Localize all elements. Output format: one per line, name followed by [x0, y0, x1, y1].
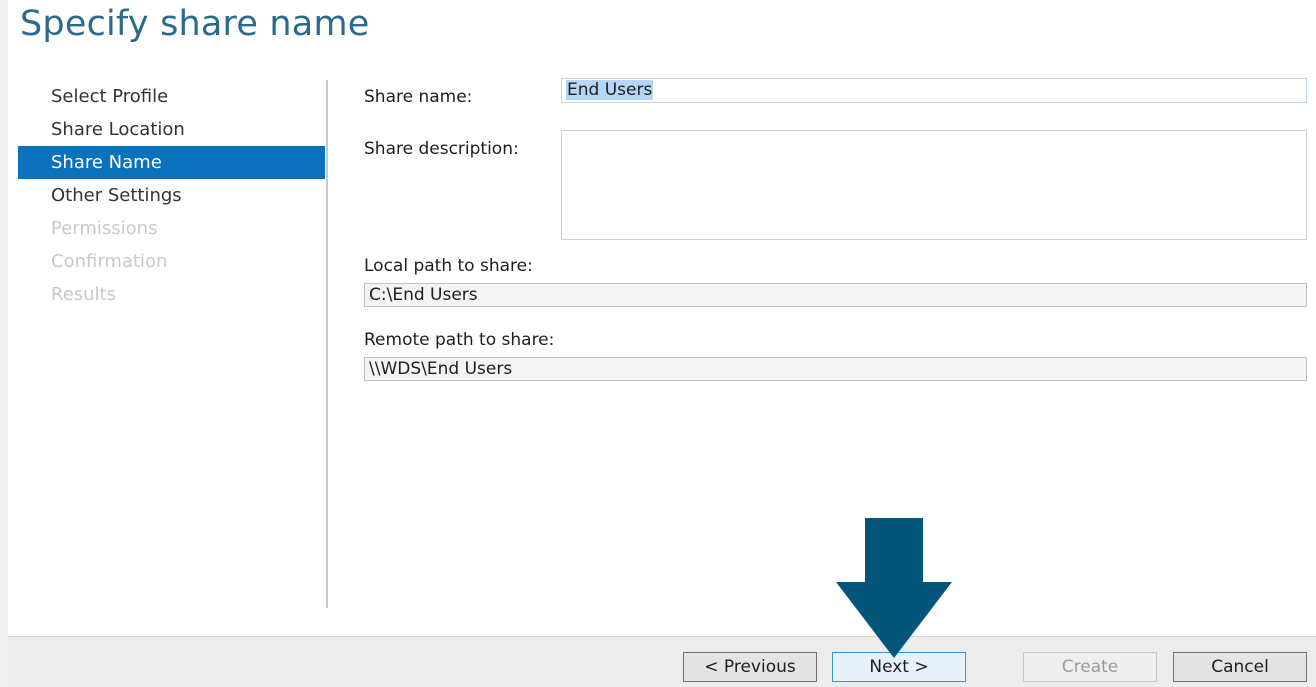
share-description-textarea[interactable] [561, 130, 1307, 240]
local-path-field[interactable]: C:\End Users [364, 283, 1307, 307]
create-button: Create [1023, 652, 1157, 682]
nav-item-results: Results [51, 284, 116, 305]
cancel-button[interactable]: Cancel [1173, 652, 1307, 682]
share-name-value: End Users [566, 80, 654, 100]
wizard-window: Specify share name Select Profile Share … [8, 0, 1316, 636]
wizard-footer: < Previous Next > Create Cancel [8, 636, 1316, 687]
share-name-label: Share name: [364, 87, 473, 107]
page-title: Specify share name [20, 4, 370, 44]
previous-button[interactable]: < Previous [683, 652, 817, 682]
nav-item-select-profile[interactable]: Select Profile [18, 80, 325, 113]
local-path-label: Local path to share: [364, 256, 533, 276]
nav-item-share-name[interactable]: Share Name [18, 146, 325, 179]
nav-item-other-settings[interactable]: Other Settings [18, 179, 325, 212]
down-arrow-icon [836, 518, 952, 658]
share-description-label: Share description: [364, 139, 519, 159]
nav-item-permissions: Permissions [51, 218, 158, 239]
nav-item-confirmation: Confirmation [51, 251, 168, 272]
nav-item-share-location[interactable]: Share Location [18, 113, 325, 146]
remote-path-label: Remote path to share: [364, 330, 555, 350]
nav-divider [326, 80, 328, 608]
wizard-nav: Select Profile Share Location Share Name… [18, 80, 325, 311]
remote-path-field[interactable]: \\WDS\End Users [364, 357, 1307, 381]
share-name-input[interactable]: End Users [561, 78, 1307, 103]
